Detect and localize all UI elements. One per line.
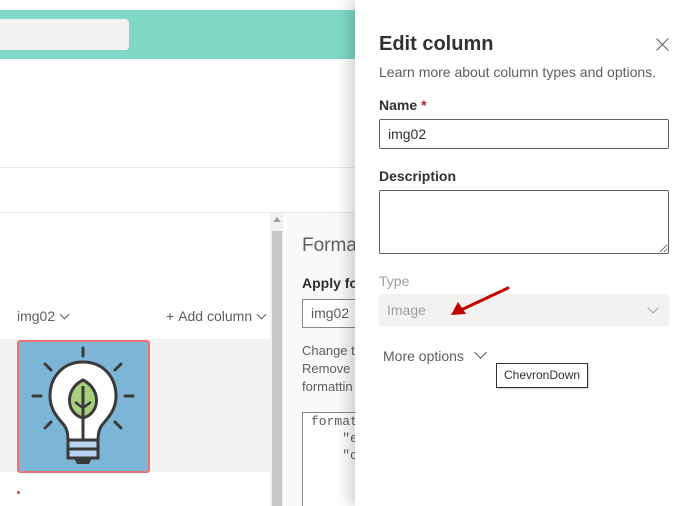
- format-column-pane: Forma Apply fo img02 Change t Remove for…: [286, 213, 355, 506]
- apply-formatting-label: Apply fo: [302, 275, 355, 291]
- add-column-label: Add column: [178, 308, 253, 324]
- annotation-arrow-icon: [451, 286, 510, 315]
- type-label: Type: [379, 273, 410, 289]
- scrollbar-thumb[interactable]: [272, 231, 282, 506]
- tooltip: ChevronDown: [496, 363, 589, 388]
- type-dropdown-value: Image: [387, 302, 426, 318]
- scroll-up-arrow-icon[interactable]: [273, 217, 281, 222]
- chevron-down-icon: [256, 309, 267, 320]
- chevron-down-icon: [647, 302, 659, 314]
- chevron-down-icon: [59, 309, 70, 320]
- more-options-toggle[interactable]: More options: [383, 346, 487, 364]
- column-header-img02[interactable]: img02: [17, 308, 70, 324]
- lightbulb-leaf-icon: [31, 346, 135, 464]
- plus-icon: +: [166, 308, 175, 324]
- name-label: Name *: [379, 97, 427, 113]
- apply-formatting-select[interactable]: img02: [302, 299, 355, 328]
- chevron-down-icon[interactable]: [474, 346, 487, 359]
- more-options-label: More options: [383, 348, 464, 364]
- format-pane-title: Forma: [302, 235, 355, 256]
- column-header-label: img02: [17, 308, 56, 324]
- format-help-text: Change t Remove formattin: [302, 343, 355, 394]
- type-dropdown: Image: [379, 294, 669, 326]
- image-cell-thumbnail[interactable]: [17, 340, 150, 473]
- description-label: Description: [379, 168, 457, 184]
- add-column-button[interactable]: + Add column: [166, 308, 267, 324]
- learn-more-link[interactable]: Learn more about column types and option…: [379, 64, 656, 80]
- description-textarea[interactable]: [379, 190, 669, 254]
- scrollbar[interactable]: [270, 213, 284, 506]
- panel-title: Edit column: [379, 33, 494, 55]
- site-header-bar: [0, 10, 355, 59]
- json-code-editor[interactable]: formatt "e "c: [302, 412, 355, 506]
- close-icon[interactable]: [655, 37, 671, 53]
- required-dot: [17, 491, 20, 494]
- divider: [0, 167, 355, 168]
- name-input[interactable]: [379, 119, 669, 149]
- search-box[interactable]: [0, 19, 129, 50]
- name-label-text: Name: [379, 97, 418, 113]
- edit-column-panel: Edit column Learn more about column type…: [355, 0, 686, 506]
- required-marker: *: [421, 97, 427, 113]
